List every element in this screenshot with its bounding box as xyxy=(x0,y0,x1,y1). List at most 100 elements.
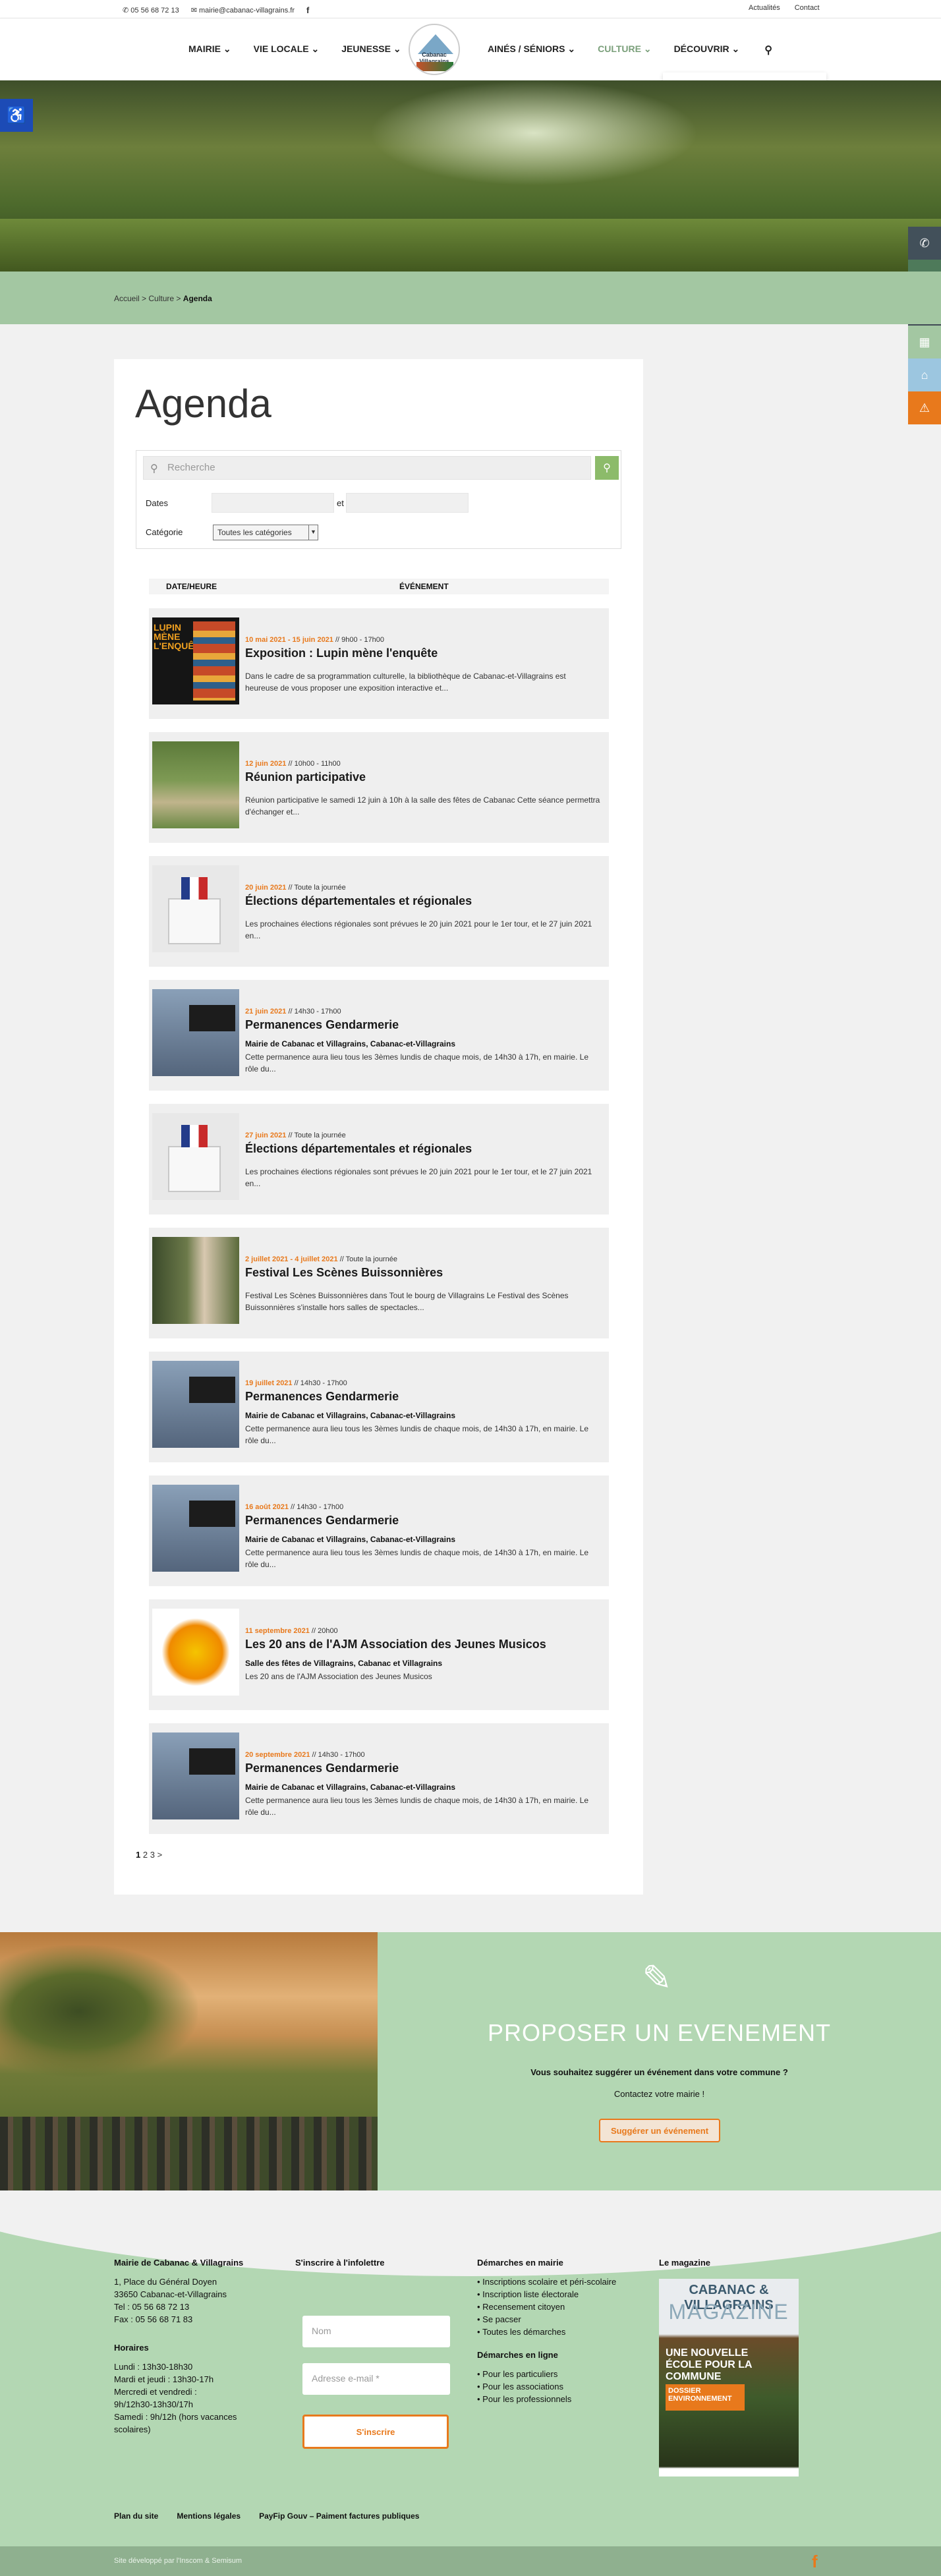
menu-vie-locale[interactable]: VIE LOCALE ⌄ xyxy=(254,43,320,55)
event-thumbnail[interactable] xyxy=(152,1361,239,1448)
contact-link[interactable]: Contact xyxy=(795,4,820,12)
event-thumbnail[interactable] xyxy=(152,989,239,1076)
event-row[interactable]: 20 juin 2021 // Toute la journée Électio… xyxy=(149,856,609,967)
menu-aines[interactable]: AINÉS / SÉNIORS ⌄ xyxy=(488,43,575,57)
event-row[interactable]: 2 juillet 2021 - 4 juillet 2021 // Toute… xyxy=(149,1228,609,1338)
email-field[interactable]: Adresse e-mail * xyxy=(302,2363,450,2395)
event-title[interactable]: Élections départementales et régionales xyxy=(245,894,601,908)
table-header: DATE/HEURE ÉVÉNEMENT xyxy=(149,579,609,594)
concert-photo xyxy=(0,1932,378,2190)
online-link[interactable]: Pour les particuliers xyxy=(477,2368,642,2380)
menu-decouvrir[interactable]: DÉCOUVRIR ⌄ xyxy=(674,43,740,57)
search-button[interactable]: ⚲ xyxy=(595,456,619,480)
event-row[interactable]: 27 juin 2021 // Toute la journée Électio… xyxy=(149,1104,609,1215)
event-row[interactable]: 16 août 2021 // 14h30 - 17h00 Permanence… xyxy=(149,1475,609,1586)
online-title: Démarches en ligne xyxy=(477,2350,558,2360)
category-label: Catégorie xyxy=(146,527,183,537)
accessibility-icon[interactable]: ♿ xyxy=(0,99,33,132)
sitemap-link[interactable]: Plan du site xyxy=(114,2511,158,2521)
event-thumbnail[interactable]: LUPIN MÈNE L'ENQUÊTE xyxy=(152,617,239,704)
poster-grid xyxy=(193,621,235,701)
ballot-box xyxy=(168,898,221,944)
breadcrumb-home[interactable]: Accueil xyxy=(114,294,140,303)
menu-jeunesse[interactable]: JEUNESSE ⌄ xyxy=(341,43,401,55)
menu-culture[interactable]: CULTURE ⌄ xyxy=(598,43,651,57)
payfip-link[interactable]: PayFip Gouv – Paiment factures publiques xyxy=(259,2511,419,2521)
logo-band xyxy=(416,62,453,71)
legal-link[interactable]: Mentions légales xyxy=(177,2511,241,2521)
actualites-link[interactable]: Actualités xyxy=(749,4,780,12)
event-thumbnail[interactable] xyxy=(152,741,239,828)
phone-link[interactable]: ✆ 05 56 68 72 13 xyxy=(123,6,179,14)
demarche-link[interactable]: Se pacser xyxy=(477,2313,642,2326)
gendarmerie-patch xyxy=(189,1005,235,1031)
propose-event-section: ✎ PROPOSER UN EVENEMENT Vous souhaitez s… xyxy=(378,1932,941,2190)
event-thumbnail[interactable] xyxy=(152,1237,239,1324)
name-field[interactable]: Nom xyxy=(302,2316,450,2347)
event-title[interactable]: Permanences Gendarmerie xyxy=(245,1018,601,1032)
date-end-field[interactable] xyxy=(346,493,469,513)
facebook-icon[interactable]: f xyxy=(306,5,309,15)
online-link[interactable]: Pour les associations xyxy=(477,2380,642,2393)
menu-mairie[interactable]: MAIRIE ⌄ xyxy=(188,43,231,55)
event-title[interactable]: Réunion participative xyxy=(245,770,601,784)
page-1[interactable]: 1 xyxy=(136,1850,140,1860)
category-value: Toutes les catégories xyxy=(217,528,292,537)
site-logo[interactable]: Cabanac Villagrains xyxy=(409,24,460,75)
footer-magazine: Le magazine xyxy=(659,2256,799,2275)
event-row[interactable]: LUPIN MÈNE L'ENQUÊTE 10 mai 2021 - 15 juin… xyxy=(149,608,609,719)
event-title[interactable]: Les 20 ans de l'AJM Association des Jeun… xyxy=(245,1638,601,1651)
warning-icon[interactable]: ⚠ xyxy=(908,391,941,424)
event-thumbnail[interactable] xyxy=(152,1485,239,1572)
event-thumbnail[interactable] xyxy=(152,1113,239,1200)
phone-number: 05 56 68 72 13 xyxy=(130,7,179,14)
footer-newsletter: S'inscrire à l'infolettre xyxy=(295,2256,453,2275)
email-address: mairie@cabanac-villagrains.fr xyxy=(198,7,295,14)
category-select[interactable]: Toutes les catégories ▼ xyxy=(213,525,318,540)
search-placeholder: Recherche xyxy=(167,462,215,473)
online-link[interactable]: Pour les professionnels xyxy=(477,2393,642,2405)
event-row[interactable]: 12 juin 2021 // 10h00 - 11h00 Réunion pa… xyxy=(149,732,609,843)
event-description: Les 20 ans de l'AJM Association des Jeun… xyxy=(245,1672,432,1681)
event-thumbnail[interactable] xyxy=(152,1609,239,1696)
event-thumbnail[interactable] xyxy=(152,1732,239,1819)
event-row[interactable]: 11 septembre 2021 // 20h00 Les 20 ans de… xyxy=(149,1599,609,1710)
magazine-cover[interactable]: CABANAC & VILLAGRAINS MAGAZINE UNE NOUVE… xyxy=(659,2279,799,2476)
email-link[interactable]: ✉ mairie@cabanac-villagrains.fr xyxy=(191,6,295,14)
search-icon[interactable]: ⚲ xyxy=(764,43,772,57)
event-description: Les prochaines élections régionales sont… xyxy=(245,919,592,940)
event-description: Les prochaines élections régionales sont… xyxy=(245,1167,592,1188)
event-row[interactable]: 21 juin 2021 // 14h30 - 17h00 Permanence… xyxy=(149,980,609,1091)
event-title[interactable]: Exposition : Lupin mène l'enquête xyxy=(245,646,601,660)
search-input[interactable]: ⚲ Recherche xyxy=(143,456,591,480)
event-title[interactable]: Permanences Gendarmerie xyxy=(245,1514,601,1528)
propose-title: PROPOSER UN EVENEMENT xyxy=(487,2019,832,2046)
phone-icon[interactable]: ✆ xyxy=(908,227,941,260)
event-row[interactable]: 19 juillet 2021 // 14h30 - 17h00 Permane… xyxy=(149,1352,609,1462)
hours-line: Mercredi et vendredi : xyxy=(114,2387,197,2397)
ballot-flag xyxy=(181,1125,208,1147)
event-thumbnail[interactable] xyxy=(152,865,239,952)
demarche-link[interactable]: Toutes les démarches xyxy=(477,2326,642,2338)
event-title[interactable]: Permanences Gendarmerie xyxy=(245,1390,601,1404)
subscribe-button[interactable]: S'inscrire xyxy=(302,2415,449,2449)
demarche-link[interactable]: Inscriptions scolaire et péri-scolaire xyxy=(477,2275,642,2288)
page-3[interactable]: 3 xyxy=(150,1850,155,1860)
suggest-event-button[interactable]: Suggérer un événement xyxy=(599,2119,720,2142)
event-title[interactable]: Élections départementales et régionales xyxy=(245,1142,601,1156)
event-title[interactable]: Permanences Gendarmerie xyxy=(245,1761,601,1775)
footer-demarches: Démarches en mairie Inscriptions scolair… xyxy=(477,2256,642,2405)
demarche-link[interactable]: Recensement citoyen xyxy=(477,2301,642,2313)
page-2[interactable]: 2 xyxy=(143,1850,148,1860)
grid-icon[interactable]: ▦ xyxy=(908,326,941,358)
demarche-link[interactable]: Inscription liste électorale xyxy=(477,2288,642,2301)
event-title[interactable]: Festival Les Scènes Buissonnières xyxy=(245,1266,601,1280)
date-start-field[interactable] xyxy=(212,493,334,513)
event-date: 21 juin 2021 // 14h30 - 17h00 xyxy=(245,1008,341,1016)
breadcrumb-culture[interactable]: Culture xyxy=(148,294,174,303)
address-line: 1, Place du Général Doyen xyxy=(114,2277,217,2287)
cart-icon[interactable]: ⌂ xyxy=(908,358,941,391)
page-next[interactable]: > xyxy=(157,1850,163,1860)
facebook-icon[interactable]: f xyxy=(812,2552,818,2572)
event-row[interactable]: 20 septembre 2021 // 14h30 - 17h00 Perma… xyxy=(149,1723,609,1834)
